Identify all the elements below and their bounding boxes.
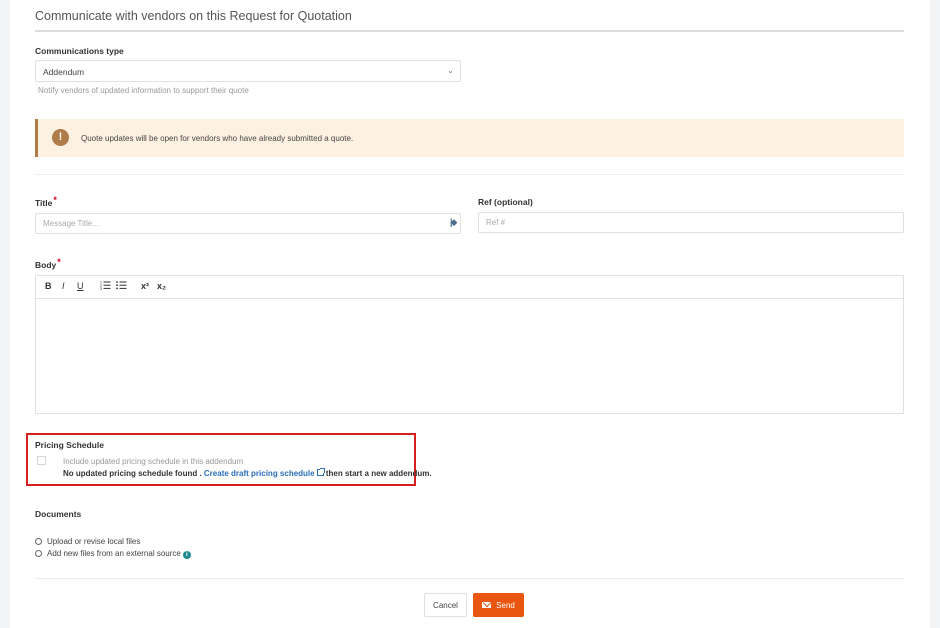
include-pricing-schedule-checkbox[interactable] — [37, 456, 46, 465]
bullet-list-icon[interactable] — [116, 280, 127, 292]
upload-local-files-label: Upload or revise local files — [47, 537, 141, 546]
body-label-text: Body — [35, 260, 57, 270]
external-source-label: Add new files from an external source — [47, 549, 181, 558]
body-text-area[interactable] — [36, 299, 903, 413]
required-mark: * — [53, 195, 57, 205]
svg-text:3: 3 — [100, 287, 102, 290]
ref-label: Ref (optional) — [478, 197, 533, 207]
documents-label: Documents — [35, 509, 82, 519]
title-input[interactable] — [35, 213, 461, 234]
create-draft-pricing-schedule-link[interactable]: Create draft pricing schedule — [203, 468, 325, 478]
no-pricing-schedule-text: No updated pricing schedule found . — [63, 469, 202, 478]
send-button-label: Send — [496, 600, 515, 610]
external-link-icon — [316, 468, 325, 476]
underline-button[interactable]: U — [77, 281, 84, 291]
section-divider — [35, 174, 904, 175]
info-icon[interactable]: i — [182, 551, 191, 559]
text-expander-icon[interactable]: |◆ — [450, 217, 458, 228]
footer-divider — [35, 578, 904, 579]
title-label-text: Title — [35, 198, 53, 208]
superscript-button[interactable]: x² — [141, 281, 149, 291]
body-label: Body* — [35, 257, 61, 270]
cancel-button[interactable]: Cancel — [424, 593, 467, 617]
rfq-communication-panel: Communicate with vendors on this Request… — [10, 0, 930, 628]
envelope-icon — [482, 601, 492, 608]
pricing-schedule-label: Pricing Schedule — [35, 440, 104, 450]
chevron-down-icon: ⌄ — [447, 66, 454, 75]
upload-local-files-radio[interactable] — [35, 538, 42, 545]
ref-input[interactable] — [478, 212, 904, 233]
alert-text: Quote updates will be open for vendors w… — [81, 134, 354, 143]
subscript-button[interactable]: x₂ — [157, 281, 166, 291]
required-mark: * — [57, 257, 61, 267]
title-label: Title* — [35, 195, 57, 208]
communications-type-helper: Notify vendors of updated information to… — [38, 86, 249, 95]
external-source-option: Add new files from an external source i — [47, 549, 191, 559]
bold-button[interactable]: B — [45, 281, 52, 291]
communications-type-label: Communications type — [35, 46, 124, 56]
title-divider — [35, 30, 904, 32]
editor-toolbar: B I U 123 x² x₂ — [36, 276, 903, 299]
include-pricing-schedule-label: Include updated pricing schedule in this… — [63, 457, 244, 466]
quote-update-alert: ! Quote updates will be open for vendors… — [35, 119, 904, 157]
start-new-addendum-text: then start a new addendum. — [325, 469, 432, 478]
create-draft-link-text: Create draft pricing schedule — [203, 469, 315, 478]
page-title: Communicate with vendors on this Request… — [35, 9, 352, 23]
exclamation-icon: ! — [52, 129, 69, 146]
communications-type-select[interactable]: Addendum ⌄ — [35, 60, 461, 82]
ordered-list-icon[interactable]: 123 — [100, 280, 111, 292]
send-button[interactable]: Send — [473, 593, 524, 617]
external-source-radio[interactable] — [35, 550, 42, 557]
italic-button[interactable]: I — [62, 281, 65, 291]
pricing-schedule-status: No updated pricing schedule found . Crea… — [63, 468, 432, 478]
body-editor: B I U 123 x² x₂ — [35, 275, 904, 414]
communications-type-value: Addendum — [43, 67, 85, 77]
